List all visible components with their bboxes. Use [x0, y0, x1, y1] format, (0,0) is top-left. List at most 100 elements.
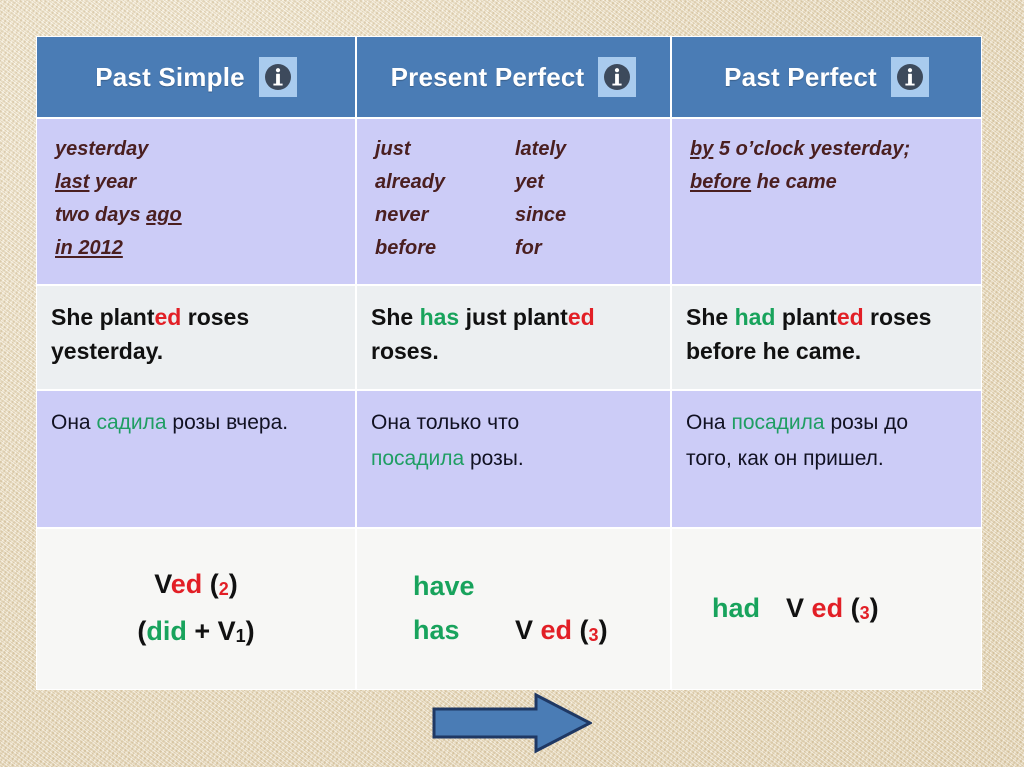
tenses-comparison-table: Past Simple Present Perfect Past Perfect…: [36, 36, 982, 690]
ending-highlight: ed: [567, 304, 595, 330]
formula-verb: V: [786, 592, 805, 623]
marker-text: he came: [751, 171, 837, 193]
example-sentence: She has just planted roses.: [371, 300, 670, 368]
marker-item: yet: [515, 171, 544, 193]
formula-ending: ed: [170, 569, 203, 599]
marker-column-b: lately yet since for: [515, 133, 566, 265]
info-icon[interactable]: [890, 57, 929, 97]
marker-item: last year: [55, 166, 355, 199]
formula-row: Ved (2) (did + V1) have has V ed (3) had…: [36, 528, 982, 690]
sentence-part: roses: [181, 304, 250, 330]
sentence-part: Она: [51, 411, 97, 434]
formula-ending: ed: [811, 592, 844, 623]
formula-paren-close: ): [228, 569, 238, 599]
formula-paren-open: (: [572, 614, 589, 645]
formula-verb-group: V ed (3): [786, 586, 879, 633]
formula-line-1: Ved (2): [37, 562, 355, 609]
russian-cell-past-perfect: Она посадила розы до того, как он пришел…: [671, 390, 982, 528]
formula-cell-past-simple: Ved (2) (did + V1): [36, 528, 356, 690]
header-label-past-simple: Past Simple: [95, 61, 245, 92]
russian-cell-present-perfect: Она только что посадила розы.: [356, 390, 671, 528]
sentence-part: розы.: [464, 447, 524, 470]
marker-text: 5 o’clock yesterday;: [713, 138, 911, 160]
example-sentence: She had planted roses before he came.: [686, 300, 981, 368]
auxiliary-highlight: has: [419, 304, 460, 330]
markers-cell-past-simple: yesterday last year two days ago in 2012: [36, 118, 356, 285]
sentence-part: She plant: [51, 304, 155, 330]
header-label-past-perfect: Past Perfect: [724, 61, 877, 92]
formula-line-1: had V ed (3): [672, 586, 981, 633]
formula-form-number: 2: [218, 579, 229, 599]
formula-cell-present-perfect: have has V ed (3): [356, 528, 671, 690]
translation-line-2: посадила розы.: [371, 441, 670, 477]
formula-auxiliary-had: had: [712, 592, 761, 623]
formula-paren-close: ): [245, 616, 255, 646]
marker-keyword: by: [690, 138, 714, 160]
formula-line-2: has V ed (3): [357, 608, 670, 655]
sentence-part: roses.: [371, 338, 439, 364]
sentence-part: Она только что: [371, 411, 520, 434]
marker-item: since: [515, 204, 567, 226]
sentence-part: розы до: [824, 411, 909, 434]
progress-arrow-icon: [432, 692, 594, 754]
formula-paren-open: (: [137, 616, 147, 646]
marker-keyword: before: [690, 171, 752, 193]
sentence-part: того, как он пришел.: [686, 447, 884, 470]
marker-keyword: ago: [146, 204, 182, 226]
translation-sentence: Она только что посадила розы.: [371, 405, 670, 477]
marker-item: never: [375, 204, 429, 226]
sentence-part: plant: [775, 304, 837, 330]
sentence-part: розы вчера.: [166, 411, 289, 434]
formula-form-number: 3: [859, 602, 870, 623]
english-examples-row: She planted roses yesterday. She has jus…: [36, 285, 982, 390]
translation-sentence: Она посадила розы до того, как он пришел…: [686, 405, 981, 477]
info-icon[interactable]: [598, 57, 637, 97]
marker-column-a: just already never before: [375, 133, 515, 265]
formula-verb: V: [154, 569, 171, 599]
formula-auxiliary-has: has: [413, 614, 460, 645]
auxiliary-highlight: had: [734, 304, 776, 330]
marker-item: by 5 o’clock yesterday;: [690, 133, 981, 166]
sentence-part: She: [686, 304, 735, 330]
sentence-part: She: [371, 304, 420, 330]
marker-item: before: [375, 237, 437, 259]
markers-cell-present-perfect: just already never before lately yet sin…: [356, 118, 671, 285]
marker-keyword: last: [55, 171, 90, 193]
marker-text: two days: [55, 204, 147, 226]
ending-highlight: ed: [154, 304, 182, 330]
ending-highlight: ed: [836, 304, 864, 330]
markers-cell-past-perfect: by 5 o’clock yesterday; before he came: [671, 118, 982, 285]
marker-columns: just already never before lately yet sin…: [375, 133, 670, 265]
header-cell-past-simple[interactable]: Past Simple: [36, 36, 356, 118]
header-label-present-perfect: Present Perfect: [390, 61, 585, 92]
marker-item: for: [515, 237, 542, 259]
english-cell-past-simple: She planted roses yesterday.: [36, 285, 356, 390]
formula-ending: ed: [540, 614, 573, 645]
russian-translation-row: Она садила розы вчера. Она только что по…: [36, 390, 982, 528]
english-cell-present-perfect: She has just planted roses.: [356, 285, 671, 390]
sentence-part: before he came.: [686, 338, 862, 364]
example-sentence: She planted roses yesterday.: [51, 300, 355, 368]
verb-highlight: посадила: [371, 447, 465, 470]
table-header-row: Past Simple Present Perfect Past Perfect: [36, 36, 982, 118]
formula-verb-group: V ed (3): [475, 608, 670, 655]
formula-cell-past-perfect: had V ed (3): [671, 528, 982, 690]
formula-line-1: have: [357, 564, 670, 608]
formula-plus-verb: + V: [186, 616, 236, 646]
header-cell-present-perfect[interactable]: Present Perfect: [356, 36, 671, 118]
marker-item: lately: [515, 138, 567, 160]
marker-item: yesterday: [55, 133, 355, 166]
header-cell-past-perfect[interactable]: Past Perfect: [671, 36, 982, 118]
russian-cell-past-simple: Она садила розы вчера.: [36, 390, 356, 528]
marker-text: yesterday: [55, 138, 149, 160]
verb-highlight: посадила: [731, 411, 825, 434]
time-markers-row: yesterday last year two days ago in 2012…: [36, 118, 982, 285]
marker-item: in 2012: [55, 232, 355, 265]
formula-verb: V: [515, 614, 534, 645]
sentence-part: yesterday.: [51, 338, 164, 364]
info-icon[interactable]: [258, 57, 297, 97]
sentence-part: Она: [686, 411, 732, 434]
sentence-part: just plant: [459, 304, 568, 330]
formula-auxiliary-have: have: [413, 570, 475, 601]
formula-line-2: (did + V1): [37, 609, 355, 656]
